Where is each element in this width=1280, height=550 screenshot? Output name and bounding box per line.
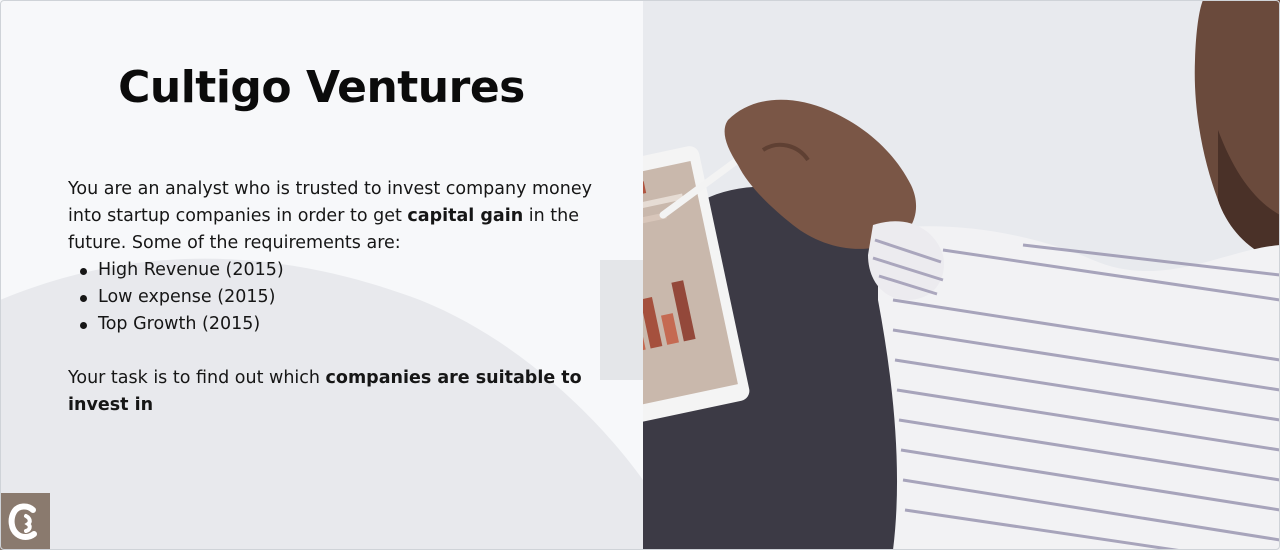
requirement-label: Low expense (2015) [98,287,276,307]
requirements-list: High Revenue (2015) Low expense (2015) T… [68,257,613,338]
requirement-label: High Revenue (2015) [98,260,284,280]
list-item: High Revenue (2015) [78,257,613,284]
bullet-dot-icon [80,295,87,302]
description: You are an analyst who is trusted to inv… [68,176,613,419]
list-item: Top Growth (2015) [78,311,613,338]
requirement-label: Top Growth (2015) [98,314,261,334]
bullet-dot-icon [80,322,87,329]
photo-illustration [643,0,1280,550]
intro-emphasis: capital gain [407,206,524,226]
text-panel: Cultigo Ventures You are an analyst who … [0,0,643,550]
cultigo-logo-icon[interactable] [0,493,50,550]
bullet-dot-icon [80,268,87,275]
logo-mark [8,503,37,540]
page-title: Cultigo Ventures [118,62,525,113]
slide: Cultigo Ventures You are an analyst who … [0,0,1280,550]
intro-paragraph: You are an analyst who is trusted to inv… [68,176,613,257]
task-paragraph: Your task is to find out which companies… [68,365,613,419]
list-item: Low expense (2015) [78,284,613,311]
hero-photo [643,0,1280,550]
task-text-start: Your task is to find out which [68,368,326,388]
